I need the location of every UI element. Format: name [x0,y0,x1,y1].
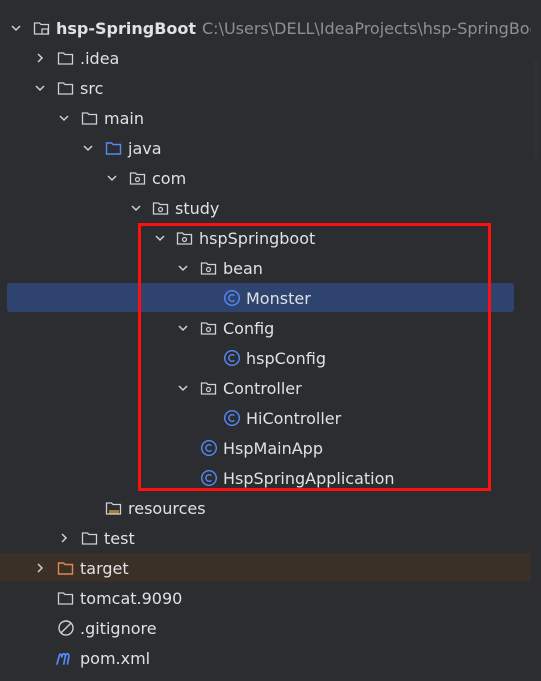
chevron-down-icon[interactable] [176,313,190,343]
tree-item-label: com [152,168,187,188]
tree-item-label: study [175,198,220,218]
chevron-right-icon[interactable] [57,523,71,553]
chevron-down-icon[interactable] [9,13,23,43]
tree-item-hspspringboot[interactable]: hspSpringboot [0,223,541,253]
project-path: C:\Users\DELL\IdeaProjects\hsp-SpringBoo… [202,18,541,38]
tree-item-com[interactable]: com [0,163,541,193]
tree-item-bean[interactable]: bean [0,253,541,283]
tree-item-project-root[interactable]: hsp-SpringBoot C:\Users\DELL\IdeaProject… [0,13,541,43]
tree-item-gitignore[interactable]: .gitignore [0,613,541,643]
chevron-right-icon[interactable] [33,553,47,583]
tree-item-resources[interactable]: resources [0,493,541,523]
tree-item-label: src [80,78,104,98]
package-icon [175,223,195,253]
chevron-down-icon[interactable] [105,163,119,193]
tree-item-label: java [128,138,162,158]
tree-item-src[interactable]: src [0,73,541,103]
tree-item-hspconfig[interactable]: hspConfig [0,343,541,373]
package-icon [151,193,171,223]
tree-item-hspmainapp[interactable]: HspMainApp [0,433,541,463]
class-icon [222,283,242,313]
chevron-down-icon[interactable] [176,373,190,403]
tree-item-label: hspSpringboot [199,228,316,248]
tree-item-label: target [80,558,129,578]
class-icon [222,403,242,433]
tree-item-label: Controller [223,378,302,398]
tree-item-label: Monster [246,288,311,308]
chevron-down-icon[interactable] [176,253,190,283]
tree-item-label: pom.xml [80,648,151,668]
folder-icon [80,103,100,133]
tree-item-label: main [104,108,144,128]
source-folder-icon [104,133,124,163]
ignore-file-icon [56,613,76,643]
tree-item-label: HiController [246,408,342,428]
tree-item-java[interactable]: java [0,133,541,163]
tree-item-test[interactable]: test [0,523,541,553]
tree-item-label: bean [223,258,263,278]
tree-item-monster[interactable]: Monster [0,283,541,313]
tree-item-label: Config [223,318,275,338]
tree-item-idea[interactable]: .idea [0,43,541,73]
module-folder-icon [32,13,52,43]
folder-icon [56,73,76,103]
tree-item-target[interactable]: target [0,553,541,583]
class-icon [222,343,242,373]
tree-item-label: HspMainApp [223,438,323,458]
scrollbar-thumb[interactable] [533,60,539,160]
package-icon [199,253,219,283]
folder-icon [56,43,76,73]
chevron-down-icon[interactable] [129,193,143,223]
class-icon [199,433,219,463]
tree-item-pom[interactable]: pom.xml [0,643,541,673]
chevron-right-icon[interactable] [33,43,47,73]
package-icon [199,373,219,403]
tree-item-label: HspSpringApplication [223,468,395,488]
tree-item-label: .gitignore [80,618,157,638]
project-name: hsp-SpringBoot [56,18,197,38]
tree-item-label: resources [128,498,206,518]
folder-icon [80,523,100,553]
tree-item-study[interactable]: study [0,193,541,223]
class-icon [199,463,219,493]
package-icon [199,313,219,343]
chevron-down-icon[interactable] [57,103,71,133]
tree-item-config[interactable]: Config [0,313,541,343]
tree-item-label: .idea [80,48,120,68]
tree-item-tomcat[interactable]: tomcat.9090 [0,583,541,613]
excluded-folder-icon [56,553,76,583]
chevron-down-icon[interactable] [153,223,167,253]
chevron-down-icon[interactable] [33,73,47,103]
tree-item-label: tomcat.9090 [80,588,183,608]
folder-icon [56,583,76,613]
tree-item-main[interactable]: main [0,103,541,133]
resources-folder-icon [104,493,124,523]
tree-item-hspspringapplication[interactable]: HspSpringApplication [0,463,541,493]
maven-icon [55,643,75,673]
chevron-down-icon[interactable] [81,133,95,163]
package-icon [128,163,148,193]
tree-item-controller[interactable]: Controller [0,373,541,403]
tree-item-label: test [104,528,135,548]
tree-item-label: hspConfig [246,348,326,368]
tree-item-hicontroller[interactable]: HiController [0,403,541,433]
